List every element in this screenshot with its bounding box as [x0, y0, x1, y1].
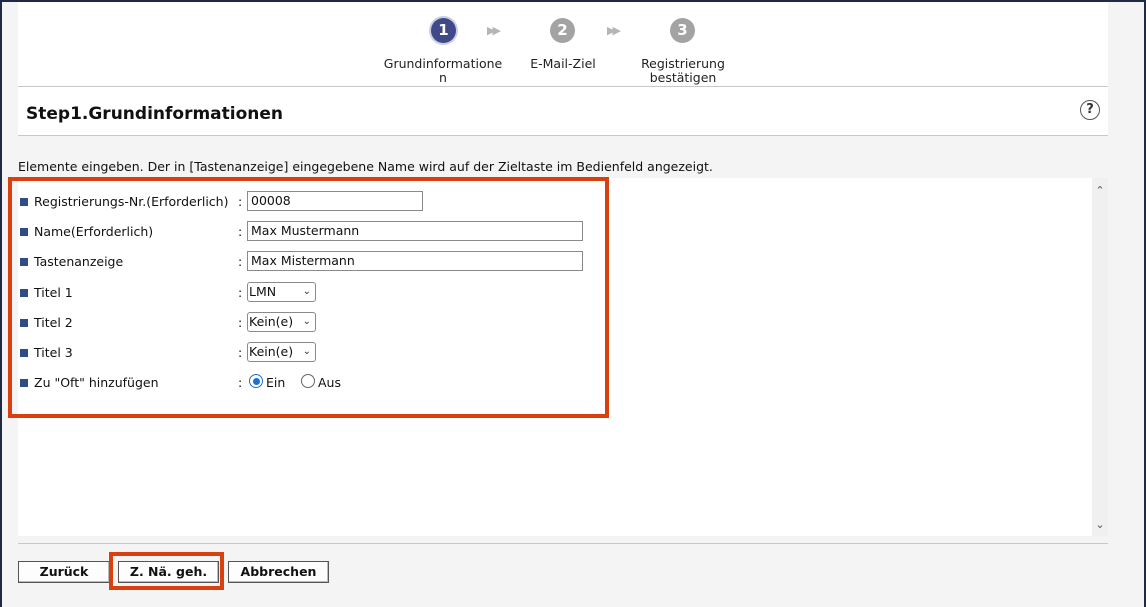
step-arrow-icon: ▶▶ [487, 24, 501, 37]
back-button[interactable]: Zurück [18, 561, 110, 583]
step-1-label: Grundinformatione n [383, 56, 503, 85]
title-bar: Step1.Grundinformationen ? [18, 87, 1108, 136]
instruction-text: Elemente eingeben. Der in [Tastenanzeige… [18, 159, 713, 174]
chevron-up-icon[interactable]: ⌃ [1092, 184, 1108, 198]
form-highlight-box [8, 177, 609, 418]
help-icon[interactable]: ? [1080, 100, 1100, 120]
step-3-number: 3 [670, 18, 695, 43]
form-scrollbar[interactable]: ⌃ ⌄ [1092, 178, 1108, 536]
step-3-label: Registrierung bestätigen [641, 56, 725, 85]
wizard-stepper: 1 ▶▶ 2 ▶▶ 3 Grundinformatione n E-Mail-Z… [18, 2, 1108, 87]
step-arrow-icon: ▶▶ [607, 24, 621, 37]
window-frame-left [0, 0, 2, 607]
step-2-label: E-Mail-Ziel [530, 56, 596, 71]
page-title: Step1.Grundinformationen [26, 104, 284, 124]
divider [18, 543, 1108, 544]
next-button-highlight-box [109, 552, 224, 590]
step-2-number: 2 [550, 18, 575, 43]
cancel-button[interactable]: Abbrechen [228, 561, 329, 583]
step-1-number: 1 [431, 18, 456, 43]
chevron-down-icon[interactable]: ⌄ [1092, 518, 1108, 532]
